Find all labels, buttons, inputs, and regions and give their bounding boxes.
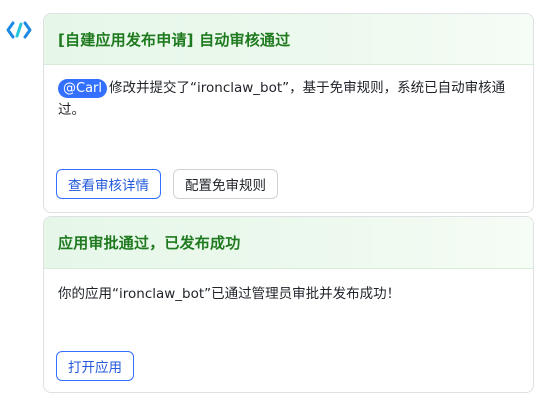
card-actions: 查看审核详情 配置免审规则 (56, 169, 278, 199)
card-header: 应用审批通过，已发布成功 (44, 217, 533, 269)
card-header: [自建应用发布申请] 自动审核通过 (44, 14, 533, 65)
view-review-details-button[interactable]: 查看审核详情 (56, 169, 161, 199)
card-message: 你的应用“ironclaw_bot”已通过管理员审批并发布成功！ (44, 269, 533, 305)
card-actions: 打开应用 (56, 351, 134, 381)
user-mention[interactable]: @Carl (58, 79, 107, 98)
open-app-button[interactable]: 打开应用 (56, 351, 134, 381)
card-title: [自建应用发布申请] 自动审核通过 (58, 30, 291, 49)
card-message: @Carl 修改并提交了“ironclaw_bot”，基于免审规则，系统已自动审核… (44, 65, 533, 121)
message-text: 你的应用“ironclaw_bot”已通过管理员审批并发布成功！ (58, 286, 401, 302)
configure-exemption-rules-button[interactable]: 配置免审规则 (173, 169, 278, 199)
auto-approval-card: [自建应用发布申请] 自动审核通过 @Carl 修改并提交了“ironclaw_b… (43, 13, 534, 213)
publish-success-card: 应用审批通过，已发布成功 你的应用“ironclaw_bot”已通过管理员审批并… (43, 216, 534, 393)
message-text: 修改并提交了“ironclaw_bot”，基于免审规则，系统已自动审核通过。 (58, 80, 506, 118)
app-logo-icon (6, 20, 32, 40)
card-title: 应用审批通过，已发布成功 (58, 234, 241, 252)
